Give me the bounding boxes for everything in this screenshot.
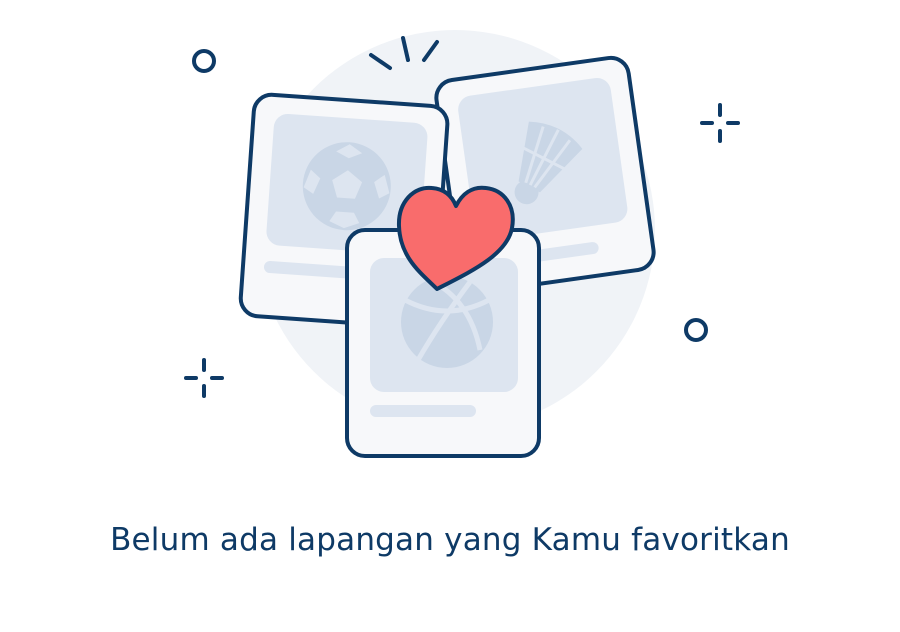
empty-state-message: Belum ada lapangan yang Kamu favoritkan bbox=[110, 522, 790, 558]
small-ring-icon bbox=[192, 49, 216, 73]
small-ring-icon bbox=[684, 318, 708, 342]
twinkle-icon bbox=[184, 358, 224, 398]
empty-state: Belum ada lapangan yang Kamu favoritkan bbox=[0, 0, 900, 632]
twinkle-icon bbox=[700, 103, 740, 143]
basketball-icon bbox=[401, 276, 493, 368]
favorites-illustration bbox=[184, 30, 740, 458]
